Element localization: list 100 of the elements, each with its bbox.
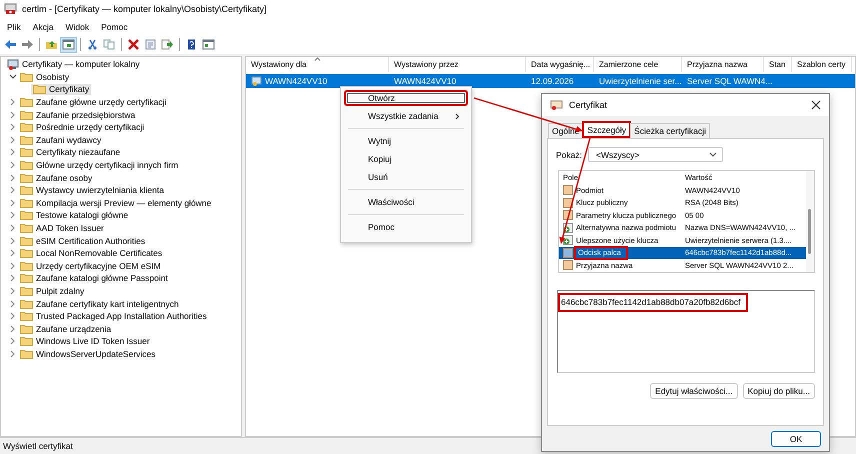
tree-item[interactable]: eSIM Certification Authorities [18, 234, 148, 246]
folder-icon [20, 223, 33, 234]
expand-icon[interactable] [10, 198, 16, 207]
menu-item[interactable]: Wszystkie zadania [344, 108, 468, 124]
tree-item[interactable]: WindowsServerUpdateServices [18, 348, 158, 360]
tree-item[interactable]: Certyfikaty [31, 84, 92, 96]
tree-item[interactable]: Zaufane osoby [18, 172, 94, 184]
tree-item[interactable]: Testowe katalogi główne [18, 210, 130, 222]
tree-item[interactable]: Zaufane urządzenia [18, 323, 114, 335]
thumbprint-value: 646cbc783b7fec1142d1ab88db07a20fb82d6bcf [558, 293, 748, 312]
column-header[interactable]: Szablon certy [792, 57, 852, 72]
tree-item[interactable]: Zaufanie przedsiębiorstwa [18, 108, 138, 120]
expand-icon[interactable] [10, 249, 16, 258]
expand-icon[interactable] [10, 312, 16, 320]
tree-item[interactable]: Pośrednie urzędy certyfikacji [18, 122, 146, 134]
expand-icon[interactable] [10, 274, 16, 282]
column-header[interactable]: Data wygaśnię... [526, 57, 594, 72]
scrollbar[interactable] [806, 171, 814, 272]
expand-icon[interactable] [10, 123, 16, 132]
expand-icon[interactable] [10, 300, 16, 308]
folder-icon [20, 122, 33, 132]
window-title: certlm - [Certyfikaty — komputer lokalny\Osobisty\Certyfikaty] [22, 4, 267, 14]
folder-icon [20, 147, 33, 158]
folder-icon [20, 198, 33, 208]
table-row[interactable]: WAWN424VV10 WAWN424VV10 12.09.2026 Uwierzytelnienie ser... Server SQL WAWN4... [246, 74, 855, 88]
menu-item[interactable]: Pomoc [344, 219, 468, 235]
column-header[interactable]: Przyjazna nazwa [682, 57, 764, 72]
tree-item[interactable]: Windows Live ID Token Issuer [18, 336, 152, 348]
menu-item[interactable]: Widok [60, 20, 96, 32]
tree-item[interactable]: Trusted Packaged App Installation Authorities [18, 310, 209, 322]
folder-icon [20, 298, 33, 309]
status-text: Wyświetl certyfikat [3, 441, 73, 451]
tree-item[interactable]: Zaufane katalogi główne Passpoint [18, 272, 170, 284]
expand-icon[interactable] [10, 286, 16, 295]
expand-icon[interactable] [10, 324, 16, 333]
expand-icon[interactable] [10, 136, 16, 144]
tree-item[interactable]: Zaufani wydawcy [18, 134, 104, 146]
folder-icon [20, 260, 33, 271]
document-icon [563, 248, 573, 258]
menu-item[interactable]: Wytnij [344, 133, 468, 149]
field-label: Pokaż: [556, 150, 582, 160]
tree-item[interactable]: Zaufane główne urzędy certyfikacji [18, 96, 168, 108]
menu-item[interactable]: Właściwości [344, 194, 468, 210]
column-header[interactable]: Wystawiony dla [246, 57, 389, 72]
menu-item[interactable]: Plik [1, 20, 27, 32]
expand-icon[interactable] [10, 236, 16, 245]
export-button[interactable] [159, 36, 176, 52]
ok-button[interactable]: OK [771, 430, 821, 446]
expand-icon[interactable] [10, 110, 16, 119]
tree-item[interactable]: Certyfikaty — komputer lokalny [5, 58, 142, 70]
tree-item[interactable]: Wystawcy uwierzytelniania klienta [18, 184, 166, 196]
tree-item[interactable]: Kompilacja wersji Preview — elementy główne [18, 197, 214, 209]
document-icon [144, 39, 157, 50]
sort-icon [314, 57, 321, 61]
folder-icon [20, 160, 33, 170]
tree-item[interactable]: Local NonRemovable Certificates [18, 247, 164, 259]
menu-item[interactable]: Kopiuj [344, 151, 468, 167]
show-dropdown[interactable]: <Wszyscy> [588, 147, 723, 162]
folder-icon [20, 134, 33, 145]
expand-icon[interactable] [10, 211, 16, 220]
delete-button[interactable] [125, 36, 142, 52]
column-header[interactable]: Zamierzone cele [594, 57, 682, 72]
document-icon [563, 185, 573, 196]
tab[interactable]: Ścieżka certyfikacji [630, 123, 710, 138]
expand-icon[interactable] [10, 224, 16, 232]
tree-item[interactable]: Urzędy certyfikacyjne OEM eSIM [18, 260, 163, 272]
tree-item[interactable]: Certyfikaty niezaufane [18, 146, 122, 158]
tab[interactable]: Szczegóły [582, 121, 632, 138]
expand-icon[interactable] [10, 337, 16, 346]
folder-icon [20, 248, 33, 258]
dialog-button[interactable]: Edytuj właściwości... [650, 383, 738, 399]
menu-item[interactable]: Usuń [344, 169, 468, 185]
dialog-button[interactable]: Kopiuj do pliku... [742, 383, 815, 399]
expand-icon[interactable] [10, 186, 16, 194]
copy-icon [103, 39, 116, 50]
tree-item[interactable]: Zaufane certyfikaty kart inteligentnych [18, 298, 181, 310]
tree-item[interactable]: Osobisty [18, 71, 72, 83]
tree-item[interactable]: AAD Token Issuer [18, 222, 106, 234]
expand-icon[interactable] [10, 174, 16, 182]
table-cell: 12.09.2026 [531, 76, 574, 86]
column-header[interactable]: Stan [764, 57, 792, 72]
collapse-icon[interactable] [8, 74, 16, 80]
menu-item[interactable]: Pomoc [95, 20, 134, 32]
folder-icon [20, 273, 33, 284]
folder-icon [20, 286, 33, 296]
expand-icon[interactable] [10, 161, 16, 170]
tree-item[interactable]: Główne urzędy certyfikacji innych firm [18, 159, 180, 171]
menu-item[interactable]: Otwórz [344, 90, 468, 106]
expand-icon[interactable] [10, 350, 16, 358]
export-icon [161, 39, 174, 50]
expand-icon[interactable] [10, 148, 16, 156]
column-header[interactable]: Wystawiony przez [389, 57, 526, 72]
expand-icon[interactable] [10, 262, 16, 270]
tree-item[interactable]: Pulpit zdalny [18, 285, 86, 297]
menu-item[interactable]: Akcja [26, 20, 60, 32]
folder-icon [33, 84, 46, 94]
console-tree-button[interactable] [60, 36, 77, 52]
expand-icon[interactable] [10, 98, 16, 106]
view-button[interactable] [200, 36, 217, 52]
close-icon[interactable] [811, 100, 821, 110]
